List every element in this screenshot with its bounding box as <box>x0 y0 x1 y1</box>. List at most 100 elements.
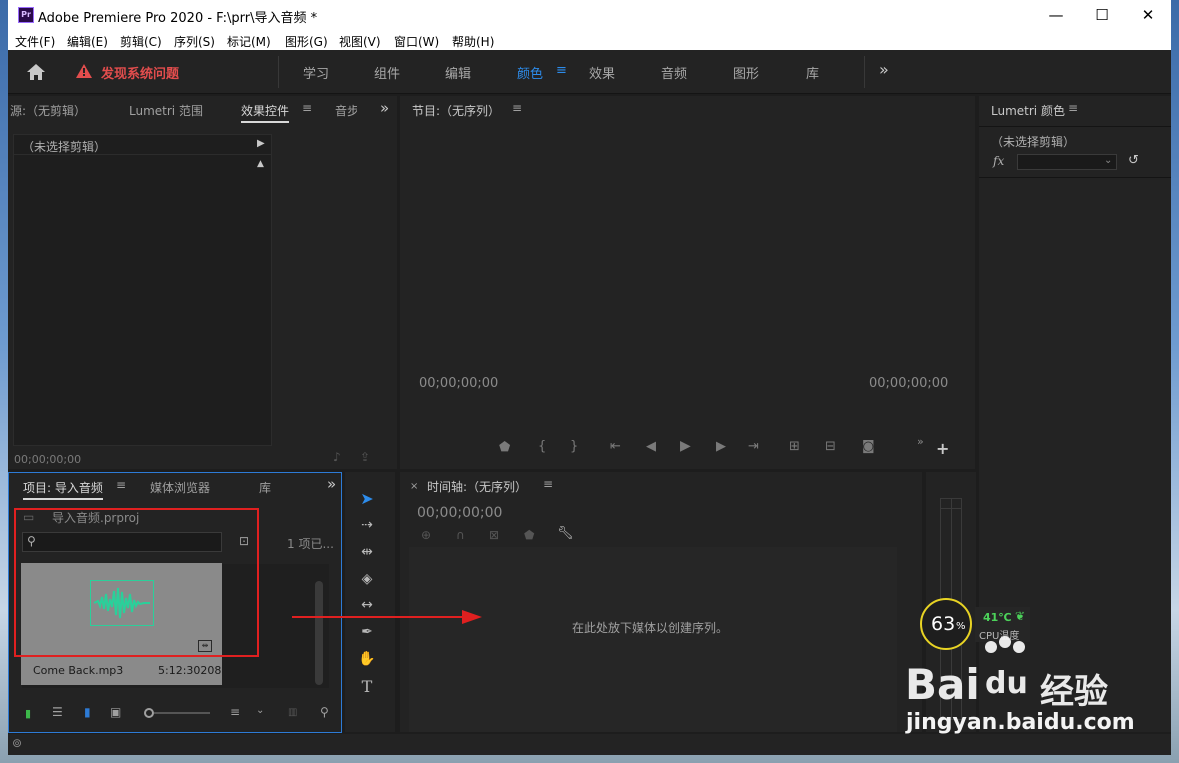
mark-in-icon[interactable]: { <box>538 439 546 454</box>
tab-project[interactable]: 项目: 导入音频 <box>23 479 103 500</box>
chevron-down-icon[interactable]: ⌄ <box>256 705 264 716</box>
watermark-cn: 经验 <box>1040 672 1108 712</box>
extract-icon[interactable]: ⊟ <box>825 439 836 454</box>
menu-graphics[interactable]: 图形(G) <box>285 33 328 50</box>
home-icon[interactable] <box>26 63 46 81</box>
clip-name: Come Back.mp3 <box>33 664 124 677</box>
maximize-button[interactable]: ☐ <box>1079 0 1125 30</box>
menu-sequence[interactable]: 序列(S) <box>174 33 215 50</box>
tab-source[interactable]: 源:（无剪辑） <box>10 102 86 119</box>
title-bar: Pr Adobe Premiere Pro 2020 - F:\prr\导入音频… <box>8 0 1171 30</box>
search-icon[interactable]: ⚲ <box>320 705 329 719</box>
menu-clip[interactable]: 剪辑(C) <box>120 33 162 50</box>
pen-tool-icon[interactable]: ✒ <box>355 624 379 646</box>
warning-icon[interactable] <box>75 63 93 79</box>
lift-icon[interactable]: ⊞ <box>789 439 800 454</box>
go-to-out-icon[interactable]: ⇥ <box>748 439 759 454</box>
mark-out-icon[interactable]: } <box>570 439 578 454</box>
linked-selection-icon[interactable]: ⊠ <box>489 528 499 542</box>
tab-learn[interactable]: 学习 <box>303 63 329 82</box>
tab-effects[interactable]: 效果 <box>589 63 615 82</box>
drop-hint: 在此处放下媒体以创建序列。 <box>572 621 729 635</box>
tab-libraries[interactable]: 库 <box>806 63 819 82</box>
wrench-icon[interactable]: 🔧︎ <box>557 526 574 541</box>
percent-sign: % <box>956 621 966 632</box>
track-select-tool-icon[interactable]: ⇢ <box>355 517 379 539</box>
panel-menu-icon[interactable]: ≡ <box>302 101 312 115</box>
list-view-icon[interactable]: ☰ <box>52 705 63 719</box>
panel-menu-icon[interactable]: ≡ <box>116 478 126 492</box>
tab-audio-clip-mixer[interactable]: 音步 <box>335 102 357 119</box>
menu-edit[interactable]: 编辑(E) <box>67 33 108 50</box>
tab-audio[interactable]: 音频 <box>661 63 687 82</box>
export-icon[interactable]: ⇪ <box>360 450 370 464</box>
snap-icon[interactable]: ∩ <box>456 528 465 542</box>
menu-view[interactable]: 视图(V) <box>339 33 381 50</box>
lock-icon[interactable]: ▮ <box>25 707 31 720</box>
program-monitor-title: 节目:（无序列） <box>412 104 501 118</box>
tab-color[interactable]: 颜色 <box>517 63 543 82</box>
cpu-gauge: 63 % <box>920 598 972 650</box>
insert-sequence-icon[interactable]: ⊕ <box>421 528 431 542</box>
minimize-button[interactable]: — <box>1033 0 1079 30</box>
add-marker-icon[interactable]: ⬟ <box>524 528 534 542</box>
menu-help[interactable]: 帮助(H) <box>452 33 494 50</box>
tools-panel: ➤ ⇢ ⇹ ◈ ↔ ✒ ✋ T <box>345 472 395 732</box>
creative-cloud-icon[interactable]: ⊚ <box>12 736 22 750</box>
freeform-view-icon[interactable]: ▣ <box>110 705 121 719</box>
go-to-in-icon[interactable]: ⇤ <box>610 439 621 454</box>
selection-tool-icon[interactable]: ➤ <box>355 489 379 511</box>
collapse-up-icon[interactable]: ▲ <box>257 159 264 169</box>
type-tool-icon[interactable]: T <box>355 677 379 699</box>
chevron-down-icon: ⌄ <box>1104 155 1113 166</box>
more-workspaces-icon[interactable]: » <box>879 60 889 79</box>
no-clip-label: （未选择剪辑） <box>991 135 1076 149</box>
tab-libraries[interactable]: 库 <box>259 479 271 496</box>
export-frame-icon[interactable]: ◙ <box>862 439 875 454</box>
play-triangle-icon[interactable]: ▶ <box>257 138 265 149</box>
scrollbar[interactable] <box>315 581 323 685</box>
razor-tool-icon[interactable]: ◈ <box>355 571 379 593</box>
reset-icon[interactable]: ↺ <box>1128 153 1139 168</box>
effect-controls-area: （未选择剪辑） ▶ ▲ <box>13 134 272 446</box>
watermark-paw-text: du <box>985 666 1028 701</box>
hamburger-menu-icon[interactable]: ≡ <box>556 63 567 78</box>
more-controls-icon[interactable]: » <box>917 435 924 448</box>
tab-lumetri-scopes[interactable]: Lumetri 范围 <box>129 102 203 119</box>
zoom-slider-handle[interactable] <box>144 708 154 718</box>
panel-menu-icon[interactable]: ≡ <box>1068 101 1078 115</box>
tab-editing[interactable]: 编辑 <box>445 63 471 82</box>
menu-marker[interactable]: 标记(M) <box>227 33 271 50</box>
program-timecode-left: 00;00;00;00 <box>419 376 499 391</box>
sort-icon[interactable]: ≡ <box>230 705 240 719</box>
more-panels-icon[interactable]: » <box>327 475 336 493</box>
hand-tool-icon[interactable]: ✋ <box>355 651 379 673</box>
close-tab-icon[interactable]: × <box>410 481 418 492</box>
menu-window[interactable]: 窗口(W) <box>394 33 439 50</box>
clip-header-row: （未选择剪辑） ▶ <box>14 135 271 155</box>
effect-select[interactable]: ⌄ <box>1017 154 1117 170</box>
add-marker-icon[interactable]: ⬟ <box>499 440 510 455</box>
tab-media-browser[interactable]: 媒体浏览器 <box>150 479 210 496</box>
button-editor-icon[interactable]: + <box>936 439 949 458</box>
system-warning-label[interactable]: 发现系统问题 <box>101 63 179 82</box>
step-forward-icon[interactable]: ▶ <box>716 439 726 454</box>
filter-audio-icon[interactable]: ♪ <box>333 450 341 464</box>
source-timecode: 00;00;00;00 <box>14 453 82 466</box>
automate-icon[interactable]: ▥ <box>288 707 297 718</box>
menu-file[interactable]: 文件(F) <box>15 33 55 50</box>
panel-menu-icon[interactable]: ≡ <box>512 101 522 115</box>
tab-effect-controls[interactable]: 效果控件 <box>241 102 290 123</box>
timeline-drop-area[interactable]: 在此处放下媒体以创建序列。 <box>409 547 897 732</box>
more-panels-icon[interactable]: » <box>380 99 389 117</box>
icon-view-icon[interactable]: ▮ <box>84 705 91 719</box>
close-button[interactable]: ✕ <box>1125 0 1171 30</box>
step-back-icon[interactable]: ◀ <box>646 439 656 454</box>
source-panel: 源:（无剪辑） Lumetri 范围 效果控件 ≡ 音步 » （未选择剪辑） ▶… <box>8 96 397 469</box>
ripple-edit-tool-icon[interactable]: ⇹ <box>355 544 379 566</box>
tab-graphics[interactable]: 图形 <box>733 63 759 82</box>
zoom-slider[interactable] <box>154 712 210 714</box>
panel-menu-icon[interactable]: ≡ <box>543 477 553 491</box>
play-button-icon[interactable]: ▶ <box>680 438 691 454</box>
tab-assembly[interactable]: 组件 <box>374 63 400 82</box>
